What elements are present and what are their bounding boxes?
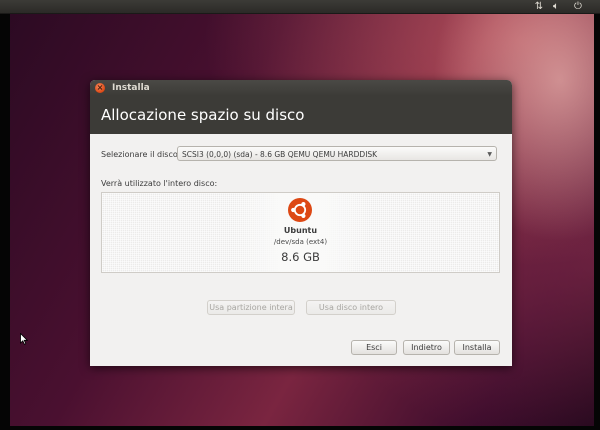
speaker-icon[interactable]: 🔈︎ [549,0,563,13]
os-name: Ubuntu [283,226,318,235]
disk-select-value: SCSI3 (0,0,0) (sda) - 8.6 GB QEMU QEMU H… [182,150,378,159]
screen-border-right [594,0,600,430]
use-disk-button[interactable]: Usa disco intero [306,300,396,315]
installer-window: × Installa Allocazione spazio su disco S… [90,80,512,366]
use-partition-button[interactable]: Usa partizione intera [207,300,295,315]
screen-border-bottom [0,426,600,430]
page-title: Allocazione spazio su disco [101,106,305,124]
chevron-down-icon: ▼ [487,151,492,158]
power-icon[interactable]: ⏻ [571,0,585,13]
whole-disk-label: Verrà utilizzato l'intero disco: [101,179,218,188]
device-name: /dev/sda (ext4) [273,238,328,246]
page-content: Selezionare il disco: SCSI3 (0,0,0) (sda… [90,134,512,366]
partition-preview-panel: Ubuntu /dev/sda (ext4) 8.6 GB [101,192,500,273]
top-panel: ⇅ 🔈︎ ⏻ [0,0,600,14]
ubuntu-logo-icon [288,198,312,222]
window-titlebar[interactable]: × Installa [90,80,512,96]
close-icon[interactable]: × [95,83,105,93]
mouse-pointer-icon [20,333,28,345]
disk-select-label: Selezionare il disco: [101,150,181,159]
screen-border-left [0,0,10,430]
page-header: Allocazione spazio su disco [90,96,512,134]
disk-select-dropdown[interactable]: SCSI3 (0,0,0) (sda) - 8.6 GB QEMU QEMU H… [177,146,497,161]
network-arrows-icon[interactable]: ⇅ [532,0,546,13]
install-button[interactable]: Installa [454,340,500,355]
window-title: Installa [112,83,150,93]
back-button[interactable]: Indietro [403,340,450,355]
disk-size: 8.6 GB [281,250,320,264]
quit-button[interactable]: Esci [351,340,397,355]
